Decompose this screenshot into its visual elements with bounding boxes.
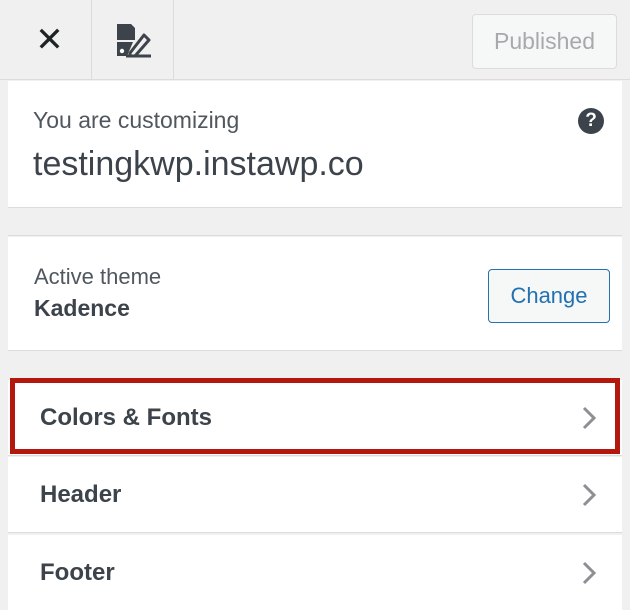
section-colors-fonts[interactable]: Colors & Fonts <box>8 380 622 456</box>
customizing-info: You are customizing testingkwp.instawp.c… <box>8 81 622 208</box>
active-theme-label: Active theme <box>34 264 162 289</box>
change-theme-button[interactable]: Change <box>488 269 610 323</box>
close-button[interactable]: ✕ <box>8 0 92 80</box>
section-footer[interactable]: Footer <box>8 535 622 610</box>
published-button[interactable]: Published <box>472 14 617 69</box>
brush-icon <box>116 24 151 58</box>
chevron-right-icon <box>582 561 597 585</box>
active-theme-section: Active theme Kadence Change <box>8 237 622 351</box>
section-divider <box>8 208 622 236</box>
section-divider <box>8 351 622 377</box>
chevron-right-icon <box>582 406 597 430</box>
section-label: Header <box>40 481 122 508</box>
style-button[interactable] <box>92 0 174 80</box>
customizer-topbar: ✕ Published <box>0 0 630 80</box>
active-theme-name: Kadence <box>34 295 130 321</box>
site-title: testingkwp.instawp.co <box>33 145 364 183</box>
section-label: Footer <box>40 559 115 586</box>
customizing-prefix: You are customizing <box>33 107 240 133</box>
chevron-right-icon <box>582 483 597 507</box>
section-label: Colors & Fonts <box>40 404 212 431</box>
section-header[interactable]: Header <box>8 457 622 533</box>
close-icon: ✕ <box>35 21 64 59</box>
help-icon[interactable]: ? <box>578 108 604 134</box>
